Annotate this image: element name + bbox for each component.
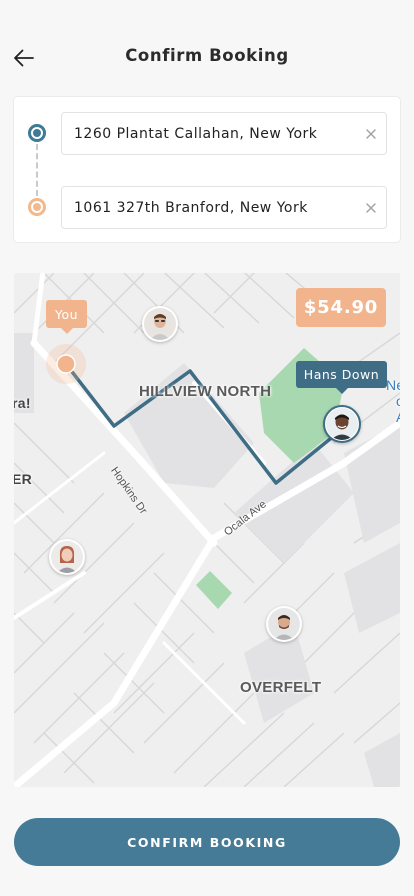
pickup-marker-icon — [28, 124, 46, 142]
clear-dropoff-button[interactable] — [356, 186, 386, 229]
nearby-driver-avatar[interactable] — [49, 539, 85, 575]
nearby-driver-avatar[interactable] — [142, 306, 178, 342]
current-location-marker — [56, 354, 76, 374]
assigned-driver-avatar[interactable] — [323, 405, 361, 443]
route-connector — [36, 144, 38, 196]
clear-pickup-button[interactable] — [356, 112, 386, 155]
dropoff-address[interactable]: 1061 327th Branford, New York — [74, 200, 356, 216]
driver-tooltip: Hans Down — [296, 361, 387, 394]
map-edge-text: o — [396, 393, 400, 409]
map-edge-text: ER — [14, 471, 33, 487]
page-title: Confirm Booking — [125, 46, 289, 65]
close-icon — [366, 202, 376, 213]
dropoff-field[interactable]: 1061 327th Branford, New York — [61, 186, 387, 229]
pickup-field[interactable]: 1260 Plantat Callahan, New York — [61, 112, 387, 155]
dropoff-marker-icon — [28, 198, 46, 216]
fare-badge: $54.90 — [296, 288, 386, 327]
person-avatar-icon — [144, 308, 176, 340]
map-area-label: OVERFELT — [240, 679, 322, 696]
person-avatar-icon — [51, 541, 83, 573]
map-area-label: HILLVIEW NORTH — [139, 383, 272, 400]
nearby-driver-avatar[interactable] — [266, 606, 302, 642]
map-edge-text: Neig — [386, 377, 400, 393]
confirm-booking-button[interactable]: CONFIRM BOOKING — [14, 818, 400, 866]
map-edge-text: A — [396, 409, 400, 425]
you-tooltip: You — [46, 300, 87, 334]
pickup-address[interactable]: 1260 Plantat Callahan, New York — [74, 126, 356, 142]
map-edge-text: ra! — [14, 395, 31, 411]
close-icon — [366, 128, 376, 139]
map-view[interactable]: HILLVIEW NORTH OVERFELT Hopkins Dr Ocala… — [14, 273, 400, 787]
person-avatar-icon — [326, 408, 358, 440]
route-card: 1260 Plantat Callahan, New York 1061 327… — [13, 96, 401, 243]
map-base — [14, 273, 400, 787]
person-avatar-icon — [268, 608, 300, 640]
